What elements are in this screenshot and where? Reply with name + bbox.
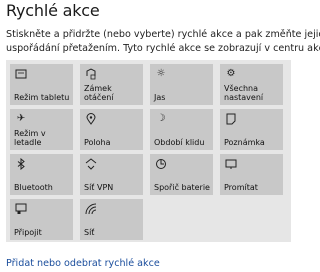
tile-project[interactable]: Promítat [220, 154, 283, 195]
description-line-1: Stiskněte a přidržte (nebo vyberte) rych… [6, 29, 320, 40]
tile-quiet-hours[interactable]: ☽ Období klidu [150, 109, 213, 150]
settings-gear-icon: ⚙ [226, 68, 236, 79]
tile-battery-saver[interactable]: Spořič baterie [150, 154, 213, 195]
tile-location[interactable]: Poloha [80, 109, 143, 150]
tile-rotation-lock[interactable]: Zámek otáčení [80, 64, 143, 105]
add-remove-quick-actions-link[interactable]: Přidat nebo odebrat rychlé akce [6, 258, 160, 270]
vpn-icon [84, 157, 98, 171]
tile-bluetooth[interactable]: Bluetooth [10, 154, 73, 195]
project-icon [224, 157, 238, 171]
tile-label: Jas [154, 93, 166, 102]
tile-label: Připojit [14, 228, 42, 237]
tile-tablet-mode[interactable]: Režim tabletu [10, 64, 73, 105]
tile-label: Režim tabletu [14, 93, 70, 102]
tile-brightness[interactable]: ☼ Jas [150, 64, 213, 105]
tile-label: Režim v letadle [14, 129, 46, 147]
location-icon [84, 112, 98, 126]
moon-icon: ☽ [156, 113, 166, 124]
connect-icon [14, 202, 28, 216]
tile-label: Všechna nastavení [224, 84, 264, 102]
rotation-lock-icon [84, 67, 98, 81]
tile-all-settings[interactable]: ⚙ Všechna nastavení [220, 64, 283, 105]
note-icon [224, 112, 238, 126]
page-description: Stiskněte a přidržte (nebo vyberte) rych… [6, 28, 320, 56]
quick-actions-panel: Režim tabletu Zámek otáčení ☼ Jas ⚙ Všec… [6, 60, 291, 242]
tile-label: Promítat [224, 183, 258, 192]
bluetooth-icon [14, 157, 28, 171]
battery-saver-icon [154, 157, 168, 171]
tile-vpn[interactable]: Síť VPN [80, 154, 143, 195]
tile-label: Zámek otáčení [84, 84, 114, 102]
tile-label: Síť VPN [84, 183, 114, 192]
network-icon [84, 202, 98, 216]
tile-network[interactable]: Síť [80, 199, 143, 240]
tile-label: Období klidu [154, 138, 205, 147]
tile-label: Spořič baterie [154, 183, 210, 192]
tile-label: Poloha [84, 138, 111, 147]
page-title: Rychlé akce [6, 1, 100, 20]
description-line-2: uspořádání přetažením. Tyto rychlé akce … [6, 43, 320, 54]
tile-label: Poznámka [224, 138, 265, 147]
brightness-icon: ☼ [156, 68, 166, 79]
tile-connect[interactable]: Připojit [10, 199, 73, 240]
tablet-mode-icon [14, 67, 28, 81]
tile-note[interactable]: Poznámka [220, 109, 283, 150]
tile-airplane-mode[interactable]: ✈ Režim v letadle [10, 109, 73, 150]
tile-label: Síť [84, 228, 95, 237]
tile-label: Bluetooth [14, 183, 53, 192]
airplane-icon: ✈ [16, 113, 26, 124]
